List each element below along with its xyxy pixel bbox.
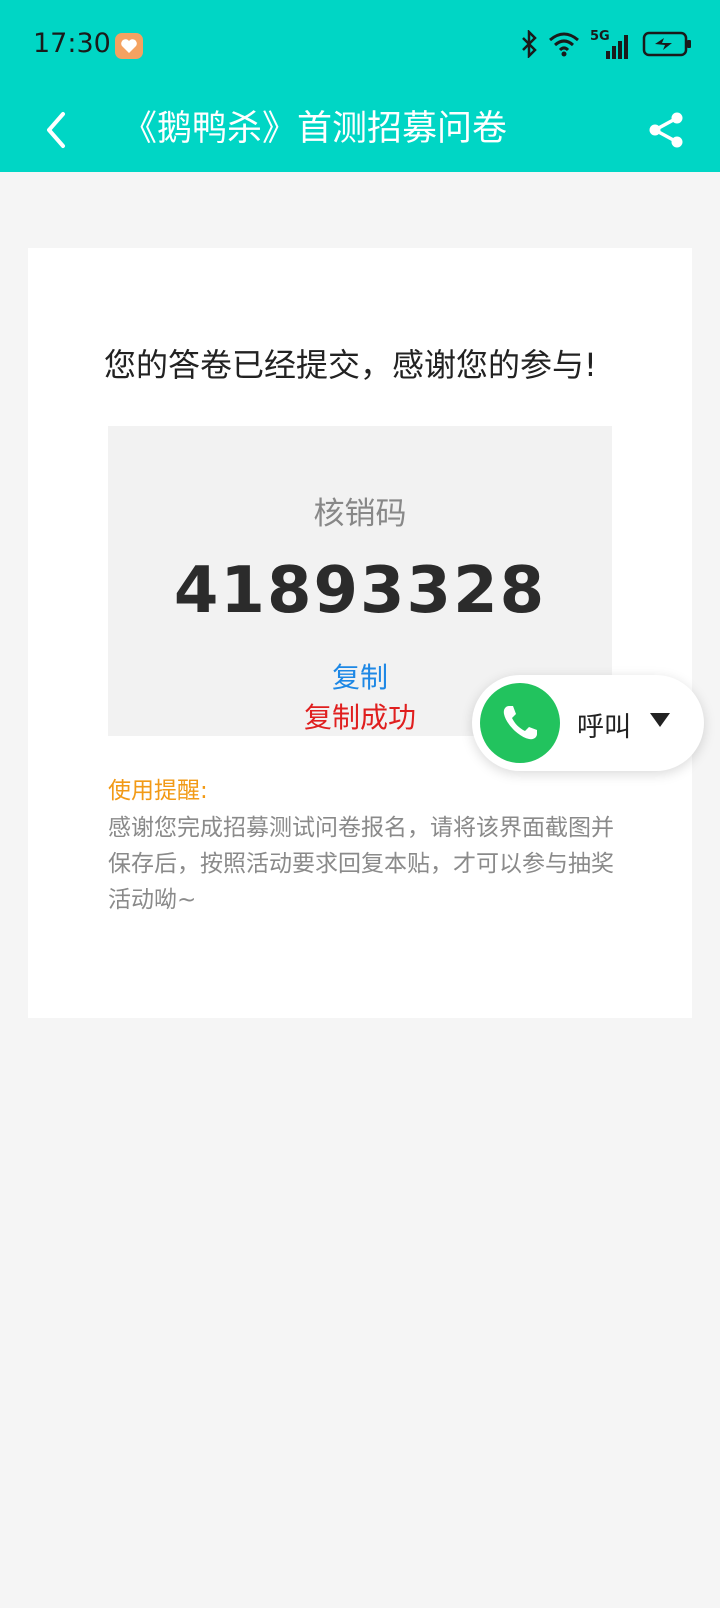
wifi-icon	[548, 31, 580, 61]
status-icons: 5G	[520, 28, 692, 62]
bluetooth-icon	[520, 28, 538, 62]
page-title: 《鹅鸭杀》首测招募问卷	[122, 109, 508, 149]
phone-icon	[503, 706, 537, 740]
battery-charging-icon	[642, 31, 692, 61]
status-time: 17:30	[33, 28, 111, 59]
back-button[interactable]	[30, 104, 82, 156]
verification-code: 41893328	[173, 554, 547, 628]
submission-message: 您的答卷已经提交，感谢您的参与!	[104, 346, 597, 384]
share-button[interactable]	[640, 104, 692, 156]
code-label: 核销码	[313, 496, 407, 532]
share-icon	[649, 112, 683, 148]
caret-down-icon[interactable]	[650, 713, 670, 727]
nav-bar: 《鹅鸭杀》首测招募问卷	[0, 90, 720, 172]
call-button[interactable]	[480, 683, 560, 763]
chevron-left-icon	[47, 112, 65, 148]
app-notification-icon	[115, 33, 143, 59]
call-label: 呼叫	[577, 712, 631, 743]
status-bar: 17:30 5G	[0, 0, 720, 90]
result-card: 您的答卷已经提交，感谢您的参与! 核销码 41893328 复制 复制成功 使用…	[28, 248, 692, 1018]
reminder-text: 感谢您完成招募测试问卷报名，请将该界面截图并保存后，按照活动要求回复本贴，才可以…	[108, 815, 614, 913]
reminder-title: 使用提醒:	[108, 778, 208, 804]
signal-icon: 5G	[590, 29, 632, 61]
call-widget[interactable]: 呼叫	[472, 675, 704, 771]
